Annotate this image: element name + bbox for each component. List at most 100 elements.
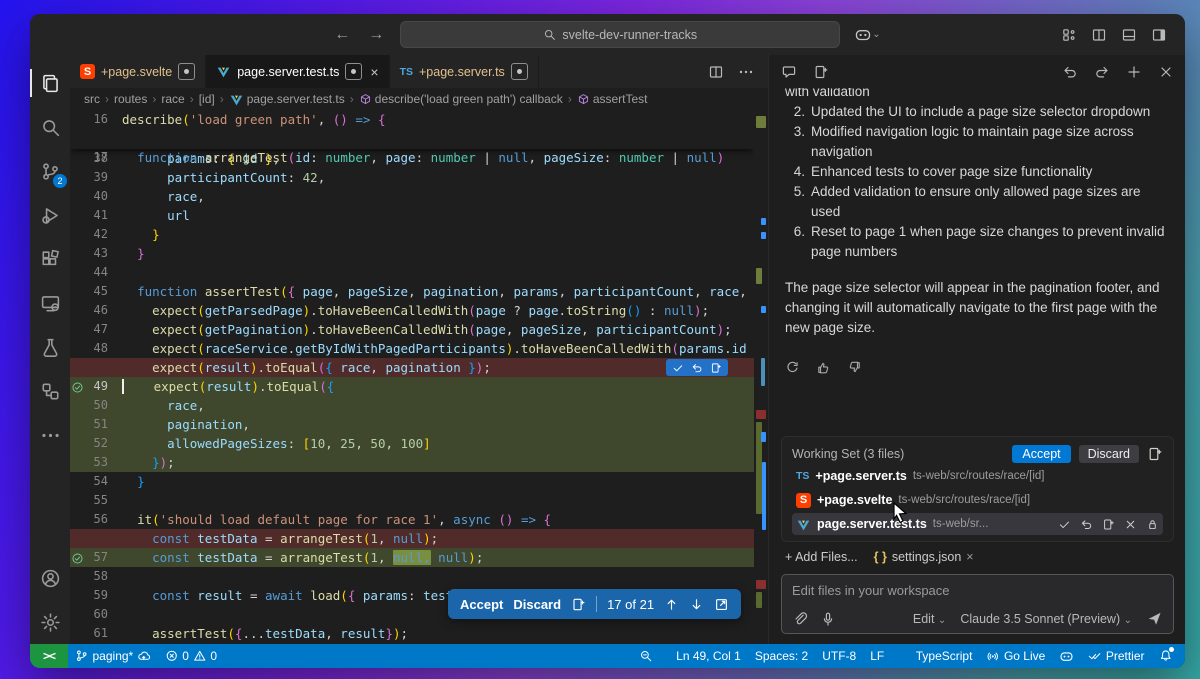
activity-source-control[interactable]: 2 (30, 149, 70, 193)
attach-icon[interactable] (792, 611, 808, 627)
thumbs-down-icon[interactable] (847, 360, 862, 375)
notifications-button[interactable] (1152, 644, 1180, 668)
breadcrumb-item[interactable]: race (161, 92, 184, 106)
mic-icon[interactable] (820, 611, 836, 627)
new-edit-session-icon[interactable] (813, 64, 829, 80)
toggle-secondary-sidebar-icon[interactable] (1151, 27, 1167, 43)
overview-ruler[interactable] (754, 110, 768, 644)
working-set-accept-button[interactable]: Accept (1012, 445, 1070, 463)
activity-remote-explorer[interactable] (30, 281, 70, 325)
copilot-menu-button[interactable]: ⌄ (854, 26, 880, 44)
breadcrumb-item[interactable]: page.server.test.ts (247, 92, 345, 106)
cursor-position[interactable]: Ln 49, Col 1 (669, 644, 748, 668)
discard-change-icon[interactable] (691, 362, 703, 374)
modified-indicator-icon[interactable] (178, 63, 195, 80)
close-tab-icon[interactable]: × (370, 64, 378, 80)
modified-indicator-icon[interactable] (511, 63, 528, 80)
remote-indicator[interactable]: >< (30, 644, 68, 668)
lock-file-icon[interactable] (1146, 518, 1159, 531)
tab-page.server.test.ts[interactable]: page.server.test.ts× (206, 55, 389, 88)
language-status[interactable]: TypeScript (891, 644, 979, 668)
activity-search[interactable] (30, 105, 70, 149)
git-branch-status[interactable]: paging* (68, 644, 158, 668)
open-diff-icon[interactable] (1102, 518, 1115, 531)
command-center-search[interactable]: svelte-dev-runner-tracks (400, 21, 840, 48)
close-panel-icon[interactable] (1158, 64, 1174, 80)
add-files-button[interactable]: + Add Files... (785, 550, 858, 564)
previous-diff-icon[interactable] (664, 597, 679, 612)
line-number: 40 (78, 187, 108, 206)
thumbs-up-icon[interactable] (816, 360, 831, 375)
history-back-icon[interactable]: ← (334, 26, 350, 44)
mode-picker[interactable]: Edit ⌄ (913, 612, 946, 626)
regenerate-icon[interactable] (785, 360, 800, 375)
open-in-editor-icon[interactable] (714, 597, 729, 612)
eol-status[interactable]: LF (863, 644, 891, 668)
working-set-file-page.server.test.ts[interactable]: page.server.test.tsts-web/sr... (792, 513, 1163, 535)
activity-testing[interactable] (30, 325, 70, 369)
activity-explorer[interactable] (30, 61, 70, 105)
activity-more[interactable] (30, 413, 70, 457)
split-editor-right-icon[interactable] (708, 64, 724, 80)
code-line: 16describe('load green path', () => { (70, 110, 754, 129)
working-set-file--page.server.ts[interactable]: TS+page.server.tsts-web/src/routes/race/… (792, 465, 1163, 487)
redo-icon[interactable] (1094, 64, 1110, 80)
undo-icon[interactable] (1062, 64, 1078, 80)
breadcrumb-item[interactable]: assertTest (593, 92, 648, 106)
accept-change-icon[interactable] (672, 362, 684, 374)
ruler-mark (756, 580, 766, 589)
apply-file-icon[interactable] (710, 362, 722, 374)
accept-button[interactable]: Accept (460, 597, 503, 612)
new-session-icon[interactable] (1126, 64, 1142, 80)
zoom-status[interactable] (632, 644, 660, 668)
breadcrumb-item[interactable]: src (84, 92, 100, 106)
discard-file-icon[interactable] (1080, 518, 1093, 531)
chat-list-item: 3.Modified navigation logic to maintain … (785, 122, 1168, 162)
breadcrumb-item[interactable]: [id] (199, 92, 215, 106)
line-number: 58 (78, 567, 108, 586)
apply-in-editor-icon[interactable] (571, 597, 586, 612)
toggle-panel-icon[interactable] (1121, 27, 1137, 43)
settings-json-chip[interactable]: { } settings.json × (874, 550, 974, 564)
activity-settings[interactable] (30, 600, 70, 644)
model-picker[interactable]: Claude 3.5 Sonnet (Preview) ⌄ (960, 612, 1132, 626)
copilot-status[interactable] (1052, 644, 1081, 668)
code-line: 42 } (70, 225, 754, 244)
activity-run-debug[interactable] (30, 193, 70, 237)
activity-references[interactable] (30, 369, 70, 413)
history-forward-icon[interactable]: → (368, 26, 384, 44)
discard-button[interactable]: Discard (513, 597, 561, 612)
breadcrumb[interactable]: src›routes›race›[id]›page.server.test.ts… (70, 88, 768, 110)
tab--page.server.ts[interactable]: TS+page.server.ts (390, 55, 539, 88)
go-live-button[interactable]: Go Live (979, 644, 1052, 668)
chat-input[interactable]: Edit files in your workspace Edit ⌄ Clau… (781, 574, 1174, 634)
working-set-discard-button[interactable]: Discard (1079, 445, 1139, 463)
code-editor[interactable]: 38 params: { id },39 participantCount: 4… (70, 110, 768, 644)
next-diff-icon[interactable] (689, 597, 704, 612)
editor-more-actions-icon[interactable] (738, 64, 754, 80)
working-set-file--page.svelte[interactable]: S+page.sveltets-web/src/routes/race/[id] (792, 489, 1163, 511)
tab--page.svelte[interactable]: S+page.svelte (70, 55, 206, 88)
breadcrumb-item[interactable]: routes (114, 92, 147, 106)
problems-status[interactable]: 0 0 (158, 644, 224, 668)
error-icon (165, 649, 179, 663)
activity-accounts[interactable] (30, 556, 70, 600)
breadcrumb-item[interactable]: describe('load green path') callback (375, 92, 563, 106)
accept-file-icon[interactable] (1058, 518, 1071, 531)
remove-file-icon[interactable] (1124, 518, 1137, 531)
remove-chip-icon[interactable]: × (966, 550, 973, 564)
modified-indicator-icon[interactable] (345, 63, 362, 80)
save-all-icon[interactable] (1147, 446, 1163, 462)
indentation-status[interactable]: Spaces: 2 (748, 644, 815, 668)
encoding-status[interactable]: UTF-8 (815, 644, 863, 668)
prettier-status[interactable]: Prettier (1081, 644, 1151, 668)
split-editor-icon[interactable] (1091, 27, 1107, 43)
customize-layout-icon[interactable] (1061, 27, 1077, 43)
chat-icon[interactable] (781, 64, 797, 80)
panel-header (769, 55, 1185, 88)
send-icon[interactable] (1146, 610, 1163, 627)
diff-review-widget: Accept Discard 17 of 21 (448, 589, 741, 619)
deleted-code-line: const testData = arrangeTest(1, null); (70, 529, 754, 548)
line-number: 48 (78, 339, 108, 358)
activity-extensions[interactable] (30, 237, 70, 281)
